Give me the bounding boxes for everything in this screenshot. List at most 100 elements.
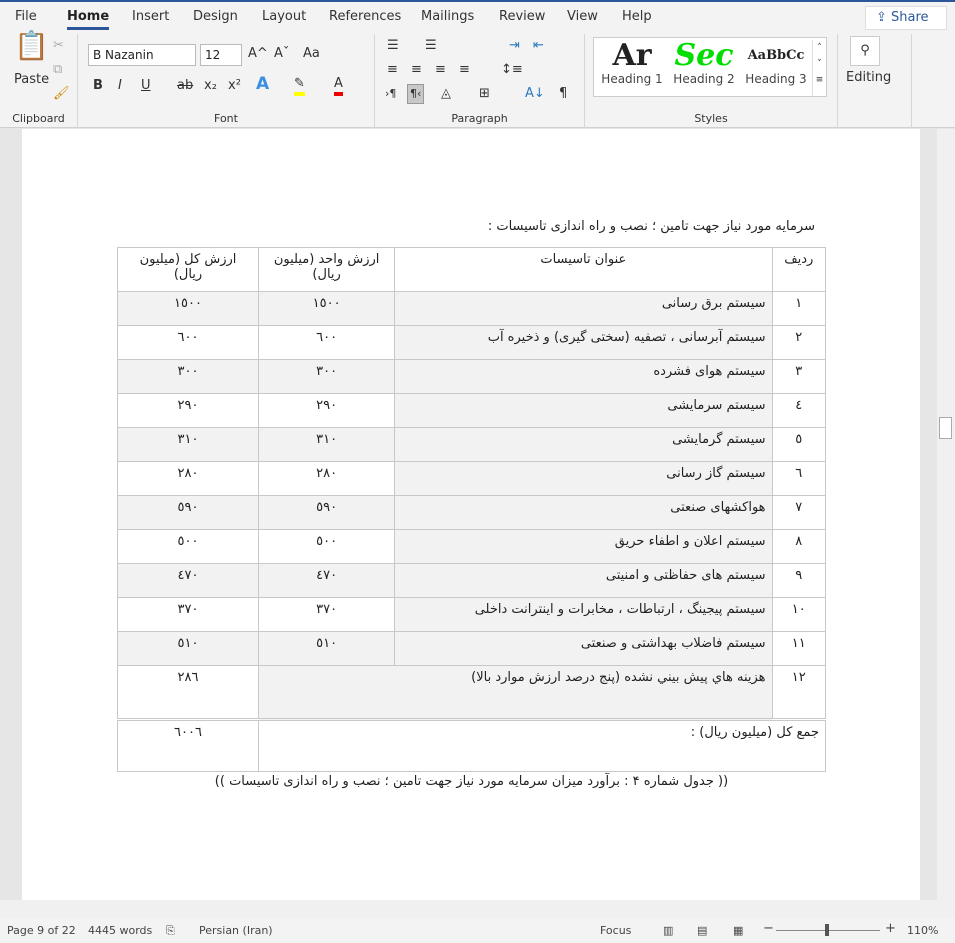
document-area: سرمایه مورد نیاز جهت تامین ؛ نصب و راه ا… bbox=[0, 129, 937, 900]
align-center-icon[interactable]: ≡ bbox=[411, 62, 422, 78]
search-icon[interactable]: ⚲ bbox=[850, 36, 880, 66]
row-title: هزينه هاي پيش بيني نشده (پنج درصد ارزش م… bbox=[258, 665, 773, 720]
row-number: ٧ bbox=[771, 495, 827, 530]
style-heading-1[interactable]: Ar Heading 1 bbox=[596, 38, 668, 86]
zoom-out-button[interactable]: − bbox=[763, 921, 774, 936]
share-label: Share bbox=[891, 10, 929, 25]
share-button[interactable]: ⇪ Share bbox=[865, 6, 947, 30]
font-label: Font bbox=[214, 112, 238, 125]
grow-font-button[interactable]: A^ bbox=[248, 46, 268, 62]
row-total-value: ٢٨٠ bbox=[117, 461, 259, 496]
paste-button[interactable]: Paste bbox=[14, 72, 49, 88]
highlight-icon[interactable]: ✎ bbox=[294, 76, 305, 96]
row-unit-value: ٣٧٠ bbox=[257, 597, 396, 632]
proofing-icon[interactable]: ⎘ bbox=[166, 924, 175, 938]
font-name-select[interactable]: B Nazanin bbox=[88, 44, 196, 66]
sort-icon[interactable]: A↓ bbox=[525, 86, 545, 102]
page-count[interactable]: Page 9 of 22 bbox=[7, 924, 76, 937]
table-row: ٨ سیستم اعلان و اطفاء حریق ٥٠٠ ٥٠٠ bbox=[117, 529, 827, 564]
zoom-slider-thumb[interactable] bbox=[824, 924, 829, 936]
row-title: سیستم گرمایشی bbox=[394, 427, 773, 462]
row-title: سیستم هوای فشرده bbox=[394, 359, 773, 394]
text-effects-icon[interactable]: A bbox=[256, 76, 269, 93]
underline-button[interactable]: U bbox=[141, 78, 151, 94]
tab-file[interactable]: File bbox=[15, 9, 37, 24]
tab-review[interactable]: Review bbox=[499, 9, 545, 24]
borders-icon[interactable]: ⊞ bbox=[479, 86, 490, 102]
change-case-button[interactable]: Aa bbox=[303, 46, 320, 62]
ltr-icon[interactable]: ›¶ bbox=[385, 86, 396, 102]
row-unit-value: ٣٠٠ bbox=[257, 359, 396, 394]
increase-indent-icon[interactable]: ⇤ bbox=[533, 38, 544, 54]
style-preview: Sec bbox=[674, 38, 734, 72]
table-caption: (( جدول شماره ۴ : برآورد میزان سرمایه مو… bbox=[214, 774, 729, 789]
print-layout-icon[interactable]: ▤ bbox=[697, 924, 707, 937]
paragraph-label: Paragraph bbox=[451, 112, 508, 125]
tab-design[interactable]: Design bbox=[193, 9, 238, 24]
zoom-level[interactable]: 110% bbox=[907, 924, 938, 937]
row-unit-value: ٤٧٠ bbox=[257, 563, 396, 598]
align-left-icon[interactable]: ≡ bbox=[387, 62, 398, 78]
tab-view[interactable]: View bbox=[567, 9, 598, 24]
web-layout-icon[interactable]: ▦ bbox=[733, 924, 743, 937]
tab-mailings[interactable]: Mailings bbox=[421, 9, 474, 24]
styles-label: Styles bbox=[694, 112, 728, 125]
table-row: ١٢ هزينه هاي پيش بيني نشده (پنج درصد ارزش… bbox=[117, 665, 827, 720]
table-row: ٢ سیستم آبرسانی ، تصفیه (سختی گیری) و ذخی… bbox=[117, 325, 827, 360]
row-title: سیستم آبرسانی ، تصفیه (سختی گیری) و ذخیر… bbox=[394, 325, 773, 360]
row-number: ١٢ bbox=[771, 665, 827, 720]
row-total-value: ٣٧٠ bbox=[117, 597, 259, 632]
table-row: ٦ سیستم گاز رسانی ٢٨٠ ٢٨٠ bbox=[117, 461, 827, 496]
superscript-button[interactable]: x² bbox=[228, 78, 241, 94]
bold-button[interactable]: B bbox=[93, 78, 103, 94]
bullets-icon[interactable]: ☰ bbox=[387, 38, 399, 54]
style-heading-3[interactable]: AaBbCc Heading 3 bbox=[740, 38, 812, 86]
clipboard-group: 📋 Paste ✂ ⧉ 🖌 Clipboard bbox=[0, 32, 78, 128]
style-heading-2[interactable]: Sec Heading 2 bbox=[668, 38, 740, 86]
total-row: جمع کل (میلیون ریال) : ٦٠٠٦ bbox=[117, 718, 826, 772]
header-total-value: ارزش کل (میلیون ریال) bbox=[117, 247, 259, 292]
line-spacing-icon[interactable]: ↕≡ bbox=[501, 62, 523, 78]
row-unit-value: ١٥٠٠ bbox=[257, 291, 396, 326]
horizontal-scrollbar[interactable] bbox=[0, 900, 955, 918]
row-total-value: ٥٩٠ bbox=[117, 495, 259, 530]
rtl-icon[interactable]: ¶‹ bbox=[407, 84, 425, 104]
show-marks-button[interactable]: ¶ bbox=[559, 86, 567, 102]
page: سرمایه مورد نیاز جهت تامین ؛ نصب و راه ا… bbox=[22, 129, 920, 900]
word-count[interactable]: 4445 words bbox=[88, 924, 152, 937]
row-number: ١٠ bbox=[771, 597, 827, 632]
row-unit-value: ٦٠٠ bbox=[257, 325, 396, 360]
align-right-icon[interactable]: ≡ bbox=[435, 62, 446, 78]
row-number: ٤ bbox=[771, 393, 827, 428]
shrink-font-button[interactable]: Aˇ bbox=[274, 46, 289, 62]
read-mode-icon[interactable]: ▥ bbox=[663, 924, 673, 937]
numbering-icon[interactable]: ☰ bbox=[425, 38, 437, 54]
paste-icon[interactable]: 📋 bbox=[14, 32, 49, 60]
styles-scroll[interactable]: ˄ ˅ ≡ bbox=[812, 40, 826, 96]
justify-icon[interactable]: ≡ bbox=[459, 62, 470, 78]
tab-home[interactable]: Home bbox=[67, 9, 110, 30]
cut-icon[interactable]: ✂ bbox=[53, 38, 64, 54]
ribbon-tabs: File Home Insert Design Layout Reference… bbox=[0, 0, 955, 34]
shading-icon[interactable]: ◬ bbox=[441, 86, 451, 102]
font-color-icon[interactable]: A bbox=[334, 76, 343, 96]
editing-label[interactable]: Editing bbox=[846, 70, 891, 86]
tab-help[interactable]: Help bbox=[622, 9, 652, 24]
row-number: ١١ bbox=[771, 631, 827, 666]
decrease-indent-icon[interactable]: ⇥ bbox=[509, 38, 520, 54]
language[interactable]: Persian (Iran) bbox=[199, 924, 273, 937]
scroll-thumb[interactable] bbox=[939, 417, 952, 439]
zoom-in-button[interactable]: + bbox=[885, 921, 896, 936]
vertical-scrollbar[interactable] bbox=[937, 129, 955, 900]
focus-button[interactable]: Focus bbox=[600, 924, 631, 937]
italic-button[interactable]: I bbox=[118, 78, 122, 94]
format-painter-icon[interactable]: 🖌 bbox=[53, 86, 70, 102]
tab-references[interactable]: References bbox=[329, 9, 401, 24]
font-size-select[interactable]: 12 bbox=[200, 44, 242, 66]
copy-icon[interactable]: ⧉ bbox=[53, 62, 62, 78]
strikethrough-button[interactable]: ab bbox=[177, 78, 193, 94]
editing-group[interactable]: ⚲ Editing bbox=[838, 34, 912, 128]
tab-insert[interactable]: Insert bbox=[132, 9, 169, 24]
subscript-button[interactable]: x₂ bbox=[204, 78, 217, 94]
tab-layout[interactable]: Layout bbox=[262, 9, 306, 24]
